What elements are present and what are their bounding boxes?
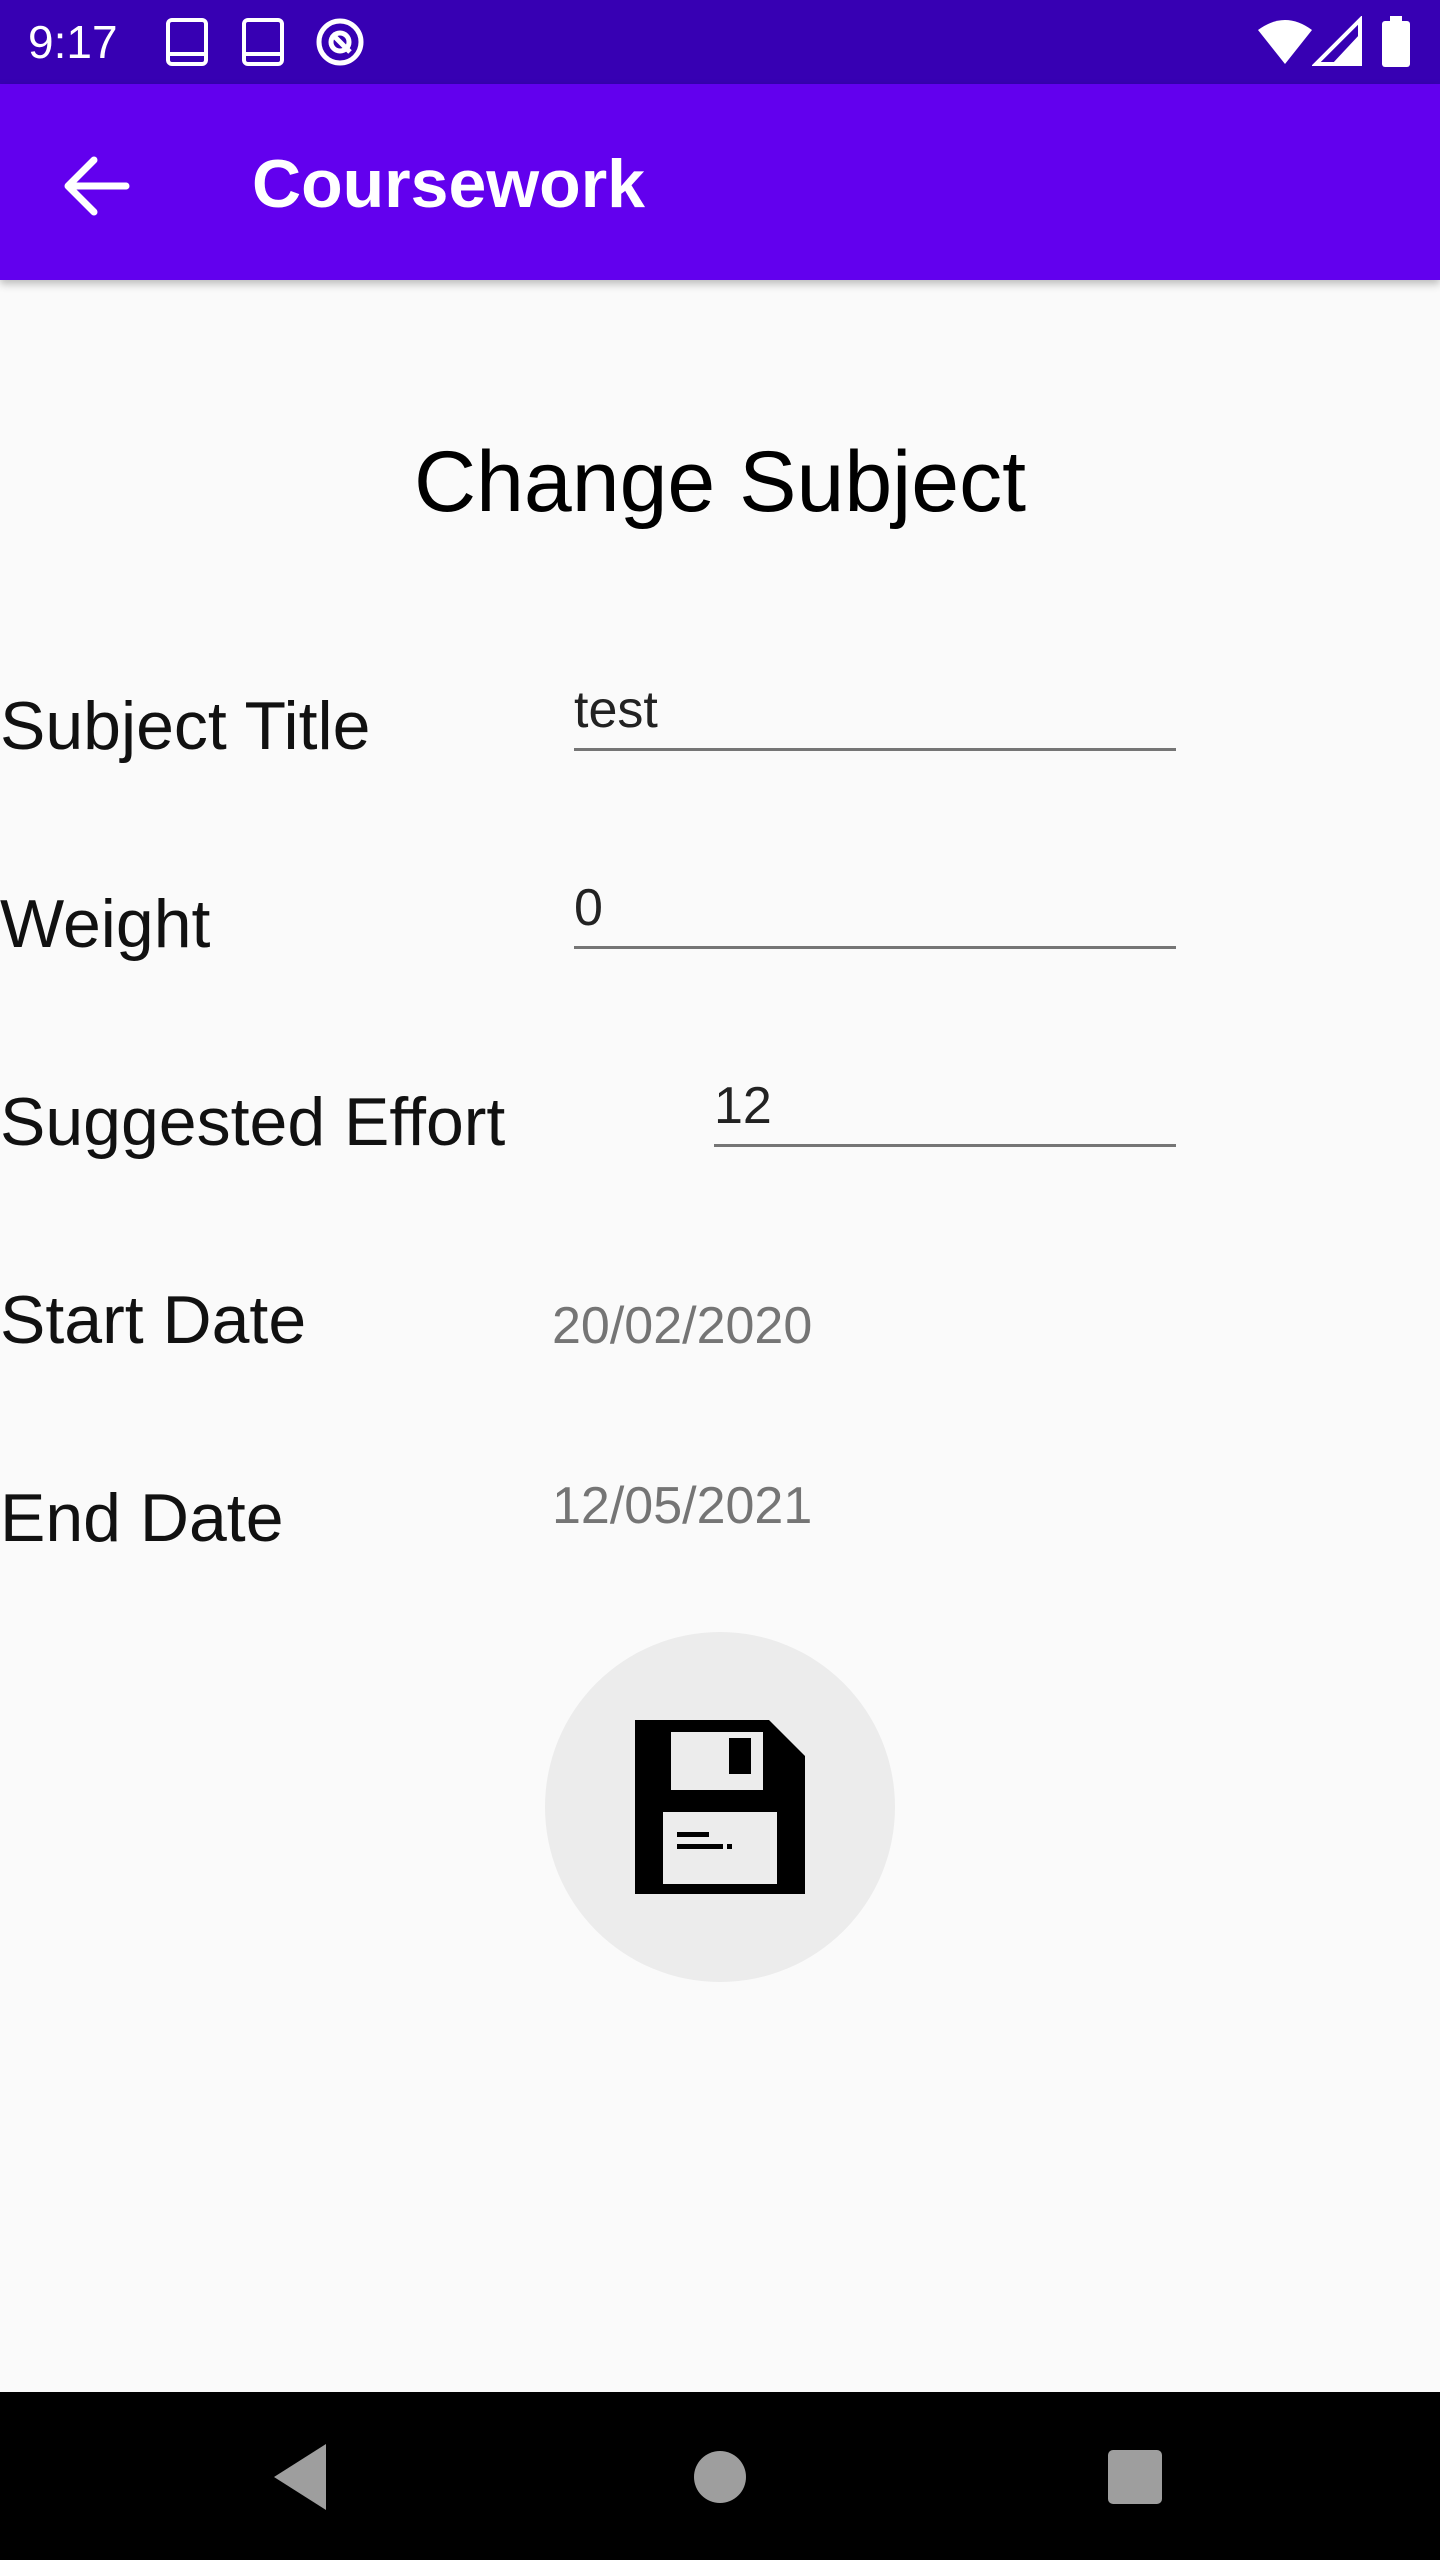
nav-bar [0,2392,1440,2560]
nav-recents-icon[interactable] [1090,2432,1180,2522]
book-icon [242,18,284,66]
app-bar: Coursework [0,84,1440,280]
suggested-effort-input[interactable] [714,1076,1176,1147]
nav-back-icon[interactable] [256,2432,346,2522]
wifi-icon [1258,20,1312,64]
start-date-label: Start Date [0,1282,307,1358]
weight-label: Weight [0,886,211,962]
book-icon [166,18,208,66]
status-time: 9:17 [28,16,118,68]
weight-input[interactable] [574,878,1176,949]
nav-home-icon[interactable] [675,2432,765,2522]
signal-icon [1312,16,1362,66]
start-date-value[interactable]: 20/02/2020 [552,1296,812,1356]
end-date-value[interactable]: 12/05/2021 [552,1476,812,1536]
arrow-back-icon [64,156,130,216]
status-bar: 9:17 [0,0,1440,84]
suggested-effort-label: Suggested Effort [0,1084,506,1160]
end-date-label: End Date [0,1480,284,1556]
subject-title-input[interactable] [574,680,1176,751]
back-button[interactable] [50,138,146,234]
floppy-disk-icon [635,1720,805,1894]
battery-icon [1382,16,1410,67]
at-sign-icon [316,18,364,66]
screen: 9:17 Coursework Change Subject Subject T… [0,0,1440,2560]
app-title: Coursework [252,146,645,222]
save-button[interactable] [545,1632,895,1982]
subject-title-label: Subject Title [0,688,371,764]
page-title: Change Subject [414,434,1026,530]
